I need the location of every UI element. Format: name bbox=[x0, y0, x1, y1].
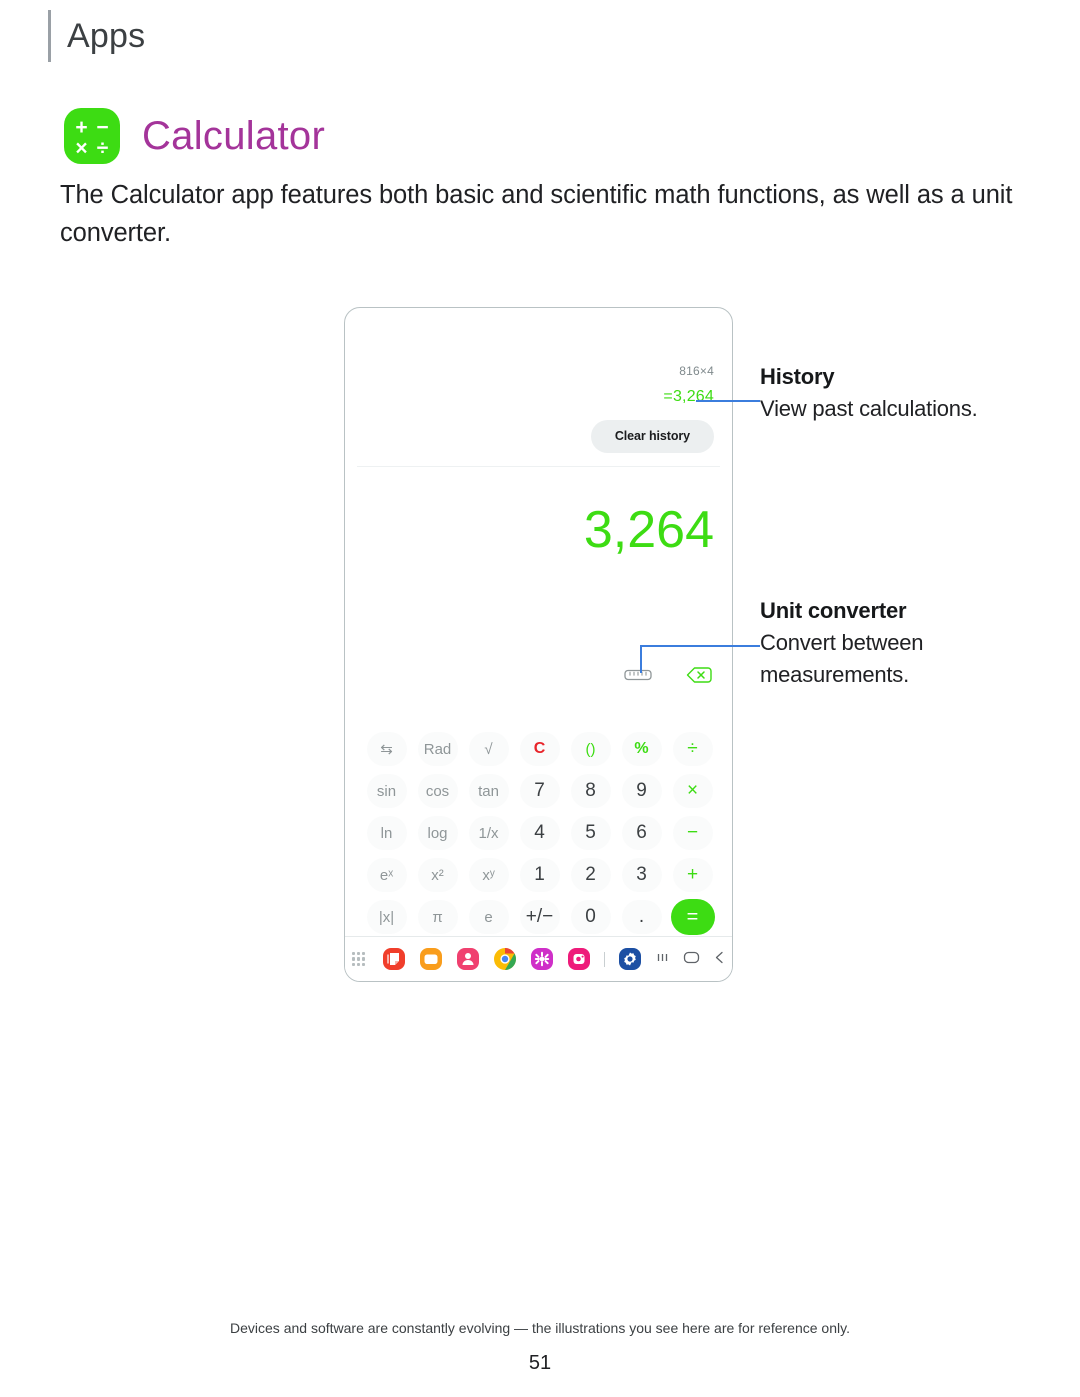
unit-converter-leader-vertical bbox=[640, 645, 642, 673]
instagram-icon[interactable] bbox=[567, 947, 591, 971]
digit-8-key[interactable]: 8 bbox=[565, 770, 616, 812]
reciprocal-key[interactable]: 1/x bbox=[463, 812, 514, 854]
callout-history-body: View past calculations. bbox=[760, 396, 978, 421]
app-title-row: + − × ÷ Calculator bbox=[64, 108, 325, 164]
digit-3-key[interactable]: 3 bbox=[616, 854, 667, 896]
recents-button[interactable] bbox=[655, 950, 670, 968]
my-files-icon[interactable] bbox=[419, 947, 443, 971]
digit-0-key[interactable]: 0 bbox=[565, 896, 616, 938]
history-expression: 816×4 bbox=[679, 364, 714, 378]
multiply-glyph: × bbox=[75, 137, 88, 160]
plus-key[interactable]: + bbox=[667, 854, 718, 896]
unit-converter-icon[interactable] bbox=[624, 667, 652, 688]
calculator-display-result: 3,264 bbox=[583, 501, 714, 559]
history-divider bbox=[357, 466, 720, 467]
settings-icon[interactable] bbox=[618, 947, 642, 971]
unit-converter-leader-horizontal bbox=[640, 645, 760, 647]
intro-paragraph: The Calculator app features both basic a… bbox=[60, 181, 1013, 247]
sqrt-key[interactable]: √ bbox=[463, 728, 514, 770]
sin-key[interactable]: sin bbox=[361, 770, 412, 812]
digit-4-key[interactable]: 4 bbox=[514, 812, 565, 854]
plus-glyph: + bbox=[75, 116, 88, 139]
history-result: =3,264 bbox=[663, 388, 714, 405]
taskbar-divider bbox=[603, 951, 605, 967]
percent-key[interactable]: % bbox=[616, 728, 667, 770]
back-button[interactable] bbox=[713, 950, 726, 968]
callout-unit-converter-title: Unit converter bbox=[760, 598, 907, 623]
rad-key[interactable]: Rad bbox=[412, 728, 463, 770]
calculator-icon-glyphs: + − × ÷ bbox=[64, 108, 120, 164]
square-key[interactable]: x² bbox=[412, 854, 463, 896]
callout-unit-converter-body: Convert between measurements. bbox=[760, 630, 924, 687]
callout-history: History View past calculations. bbox=[760, 364, 1050, 425]
divide-key[interactable]: ÷ bbox=[667, 728, 718, 770]
minus-key[interactable]: − bbox=[667, 812, 718, 854]
parentheses-key[interactable]: () bbox=[565, 728, 616, 770]
contacts-icon[interactable] bbox=[456, 947, 480, 971]
divide-glyph: ÷ bbox=[96, 137, 109, 160]
cos-key[interactable]: cos bbox=[412, 770, 463, 812]
history-panel: 816×4 =3,264 Clear history bbox=[590, 364, 714, 453]
log-key[interactable]: log bbox=[412, 812, 463, 854]
euler-key[interactable]: e bbox=[463, 896, 514, 938]
sign-key[interactable]: +/− bbox=[514, 896, 565, 938]
footer-disclaimer: Devices and software are constantly evol… bbox=[230, 1320, 850, 1336]
digit-7-key[interactable]: 7 bbox=[514, 770, 565, 812]
digit-2-key[interactable]: 2 bbox=[565, 854, 616, 896]
page-header: Apps bbox=[48, 10, 145, 62]
digit-1-key[interactable]: 1 bbox=[514, 854, 565, 896]
page-number: 51 bbox=[528, 1352, 552, 1374]
power-key[interactable]: xʸ bbox=[463, 854, 514, 896]
calculator-app-icon: + − × ÷ bbox=[64, 108, 120, 164]
calculator-keypad: ⇆ Rad √ C () % ÷ sin cos tan 7 8 9 × ln … bbox=[361, 728, 718, 938]
gallery-icon[interactable] bbox=[530, 947, 554, 971]
callout-unit-converter: Unit converter Convert between measureme… bbox=[760, 598, 1050, 691]
history-leader-line bbox=[696, 400, 760, 402]
ln-key[interactable]: ln bbox=[361, 812, 412, 854]
clear-history-button[interactable]: Clear history bbox=[590, 420, 714, 453]
callout-history-title: History bbox=[760, 364, 835, 389]
device-taskbar bbox=[345, 936, 732, 981]
header-accent-rule bbox=[48, 10, 51, 62]
multiply-key[interactable]: × bbox=[667, 770, 718, 812]
absolute-key[interactable]: |x| bbox=[361, 896, 412, 938]
page-title: Calculator bbox=[142, 113, 326, 158]
home-button[interactable] bbox=[683, 950, 700, 968]
backspace-icon[interactable] bbox=[686, 666, 712, 689]
section-title: Apps bbox=[67, 16, 146, 55]
digit-9-key[interactable]: 9 bbox=[616, 770, 667, 812]
digit-5-key[interactable]: 5 bbox=[565, 812, 616, 854]
clear-key[interactable]: C bbox=[514, 728, 565, 770]
digit-6-key[interactable]: 6 bbox=[616, 812, 667, 854]
tan-key[interactable]: tan bbox=[463, 770, 514, 812]
toggle-mode-key[interactable]: ⇆ bbox=[361, 728, 412, 770]
calculator-tool-row bbox=[624, 666, 712, 689]
apps-grid-icon[interactable] bbox=[351, 952, 366, 966]
minus-glyph: − bbox=[96, 116, 109, 139]
samsung-notes-icon[interactable] bbox=[382, 947, 406, 971]
decimal-key[interactable]: . bbox=[616, 896, 667, 938]
chrome-icon[interactable] bbox=[493, 947, 517, 971]
equals-key[interactable]: = bbox=[667, 896, 718, 938]
pi-key[interactable]: π bbox=[412, 896, 463, 938]
exp-key[interactable]: eˣ bbox=[361, 854, 412, 896]
